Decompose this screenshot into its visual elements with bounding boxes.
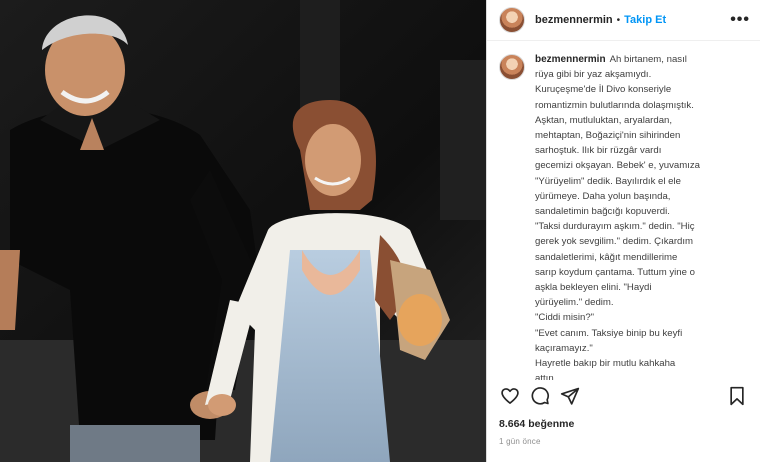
caption-username-link[interactable]: bezmennermin — [535, 54, 606, 65]
comment-icon — [531, 387, 550, 405]
caption-line: sandaletlerimi, kâğıt mendillerime — [535, 251, 678, 263]
likes-count[interactable]: 8.664 beğenme — [499, 418, 574, 430]
username-link[interactable]: bezmennermin — [535, 14, 613, 26]
couple-photo-illustration — [0, 0, 486, 462]
separator-dot: • — [616, 14, 621, 26]
bookmark-icon — [730, 386, 744, 406]
post-header: bezmennermin • Takip Et ••• — [487, 0, 760, 41]
caption-line: mehtaptan, Boğaziçi'nin sihirinden — [535, 130, 681, 142]
caption-area: bezmennermin Ah birtanem, nasıl rüya gibi… — [499, 52, 752, 380]
caption-line: yürümeye. Daha yolun başında, — [535, 190, 671, 202]
comment-button[interactable] — [529, 385, 551, 407]
caption-line: Aşktan, mutluluktan, aryalardan, — [535, 114, 673, 126]
instagram-post: bezmennermin • Takip Et ••• bezmennermin… — [0, 0, 760, 462]
heart-icon — [501, 388, 519, 404]
follow-button[interactable]: Takip Et — [624, 14, 666, 26]
caption-line: kaçıramayız." — [535, 342, 593, 354]
post-timestamp[interactable]: 1 gün önce — [499, 437, 541, 446]
caption-line: sandaletimin bağcığı kopuverdi. — [535, 206, 670, 218]
caption-first-line: bezmennermin Ah birtanem, nasıl — [535, 52, 752, 67]
avatar[interactable] — [499, 7, 525, 33]
caption-line: "Yürüyelim" dedik. Bayılırdık el ele — [535, 175, 681, 187]
caption-line: sarhoştuk. Ilık bir rüzgâr vardı — [535, 145, 662, 157]
caption-avatar[interactable] — [499, 54, 525, 80]
caption-line: sarıp koydum çantama. Tuttum yine o — [535, 266, 695, 278]
caption-line: Ah birtanem, nasıl — [609, 54, 687, 65]
caption-line: Hayretle bakıp bir mutlu kahkaha — [535, 358, 676, 370]
caption-line: romantizmin bulutlarında dolaşmıştık. — [535, 99, 694, 111]
caption-text: bezmennermin Ah birtanem, nasıl rüya gibi… — [535, 52, 752, 380]
caption-line: gecemizi okşayan. Bebek' e, yuvamıza — [535, 160, 701, 172]
share-button[interactable] — [559, 385, 581, 407]
caption-line: aşkla bekleyen elini. "Haydi — [535, 282, 652, 294]
caption-line: "Evet canım. Taksiye binip bu keyfi — [535, 327, 683, 339]
post-photo[interactable] — [0, 0, 486, 462]
caption-line: "Ciddi misin?" — [535, 312, 595, 324]
caption-line: attın. — [535, 373, 557, 380]
like-button[interactable] — [499, 385, 521, 407]
save-button[interactable] — [726, 385, 748, 407]
caption-line: rüya gibi bir yaz akşamıydı. — [535, 69, 652, 81]
caption-line: yürüyelim." dedim. — [535, 297, 614, 309]
caption-line: gerek yok sevgilim." dedim. Çıkardım — [535, 236, 694, 248]
share-icon — [560, 387, 580, 405]
more-options-icon[interactable]: ••• — [730, 11, 750, 29]
post-sidebar: bezmennermin • Takip Et ••• bezmennermin… — [486, 0, 760, 462]
caption-line: "Taksi durdurayım aşkım." dedin. "Hiç — [535, 221, 695, 233]
caption-line: Kuruçeşme'de İl Divo konseriyle — [535, 84, 672, 96]
action-bar — [499, 384, 748, 408]
